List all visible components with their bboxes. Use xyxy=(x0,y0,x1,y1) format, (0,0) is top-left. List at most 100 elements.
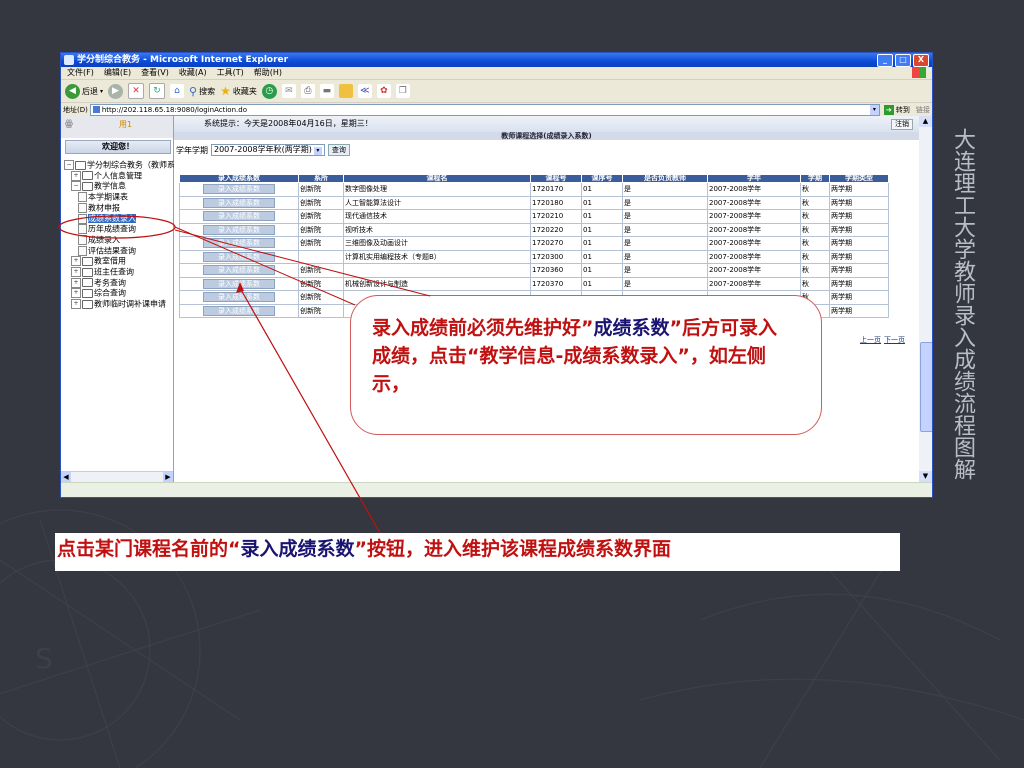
enter-coefficient-button[interactable]: 录入成绩系数 xyxy=(203,224,275,235)
expand-icon[interactable]: + xyxy=(71,170,81,181)
minimize-button[interactable]: _ xyxy=(877,54,893,67)
table-cell: 两学期 xyxy=(829,222,889,237)
menu-file[interactable]: 文件(F) xyxy=(67,67,94,79)
tree-item[interactable]: + 个人信息管理 xyxy=(64,170,183,182)
print-icon[interactable]: ⎙ xyxy=(300,84,315,98)
table-cell: 2007-2008学年 xyxy=(707,182,801,197)
table-cell: 两学期 xyxy=(829,209,889,224)
callout-part1: 录入成绩前必须先维护好” xyxy=(372,317,594,339)
scroll-down-icon[interactable]: ▼ xyxy=(919,471,932,482)
table-cell: 创新院 xyxy=(298,303,344,318)
history-icon[interactable]: ◷ xyxy=(261,83,277,99)
folder-icon[interactable] xyxy=(338,84,353,98)
expand-icon[interactable]: + xyxy=(71,267,81,278)
stop-icon[interactable]: ✕ xyxy=(128,83,145,99)
svg-text:S: S xyxy=(35,642,53,675)
enter-coefficient-button[interactable]: 录入成绩系数 xyxy=(203,238,275,249)
table-cell: 两学期 xyxy=(829,249,889,264)
table-cell: 01 xyxy=(581,249,623,264)
tree-item[interactable]: + 班主任查询 xyxy=(64,267,183,278)
enter-coefficient-button[interactable]: 录入成绩系数 xyxy=(203,278,275,289)
tree-item[interactable]: + 教室借用 xyxy=(64,256,183,267)
table-cell: 创新院 xyxy=(298,236,344,251)
tree-item[interactable]: 成绩录入 xyxy=(64,234,183,246)
collapse-icon[interactable]: − xyxy=(71,181,81,192)
enter-coefficient-button[interactable]: 录入成绩系数 xyxy=(203,265,275,276)
enter-coefficient-button[interactable]: 录入成绩系数 xyxy=(203,251,275,262)
prev-page-link[interactable]: 上一页 xyxy=(860,335,881,345)
page-icon xyxy=(78,192,87,203)
tools-icon[interactable]: ✿ xyxy=(376,84,391,98)
table-cell: 01 xyxy=(581,222,623,237)
slide-title: 大连理工大学教师录入成绩流程图解 xyxy=(950,128,975,480)
close-button[interactable]: X xyxy=(913,54,929,67)
caption-text: 点击某门课程名前的“录入成绩系数”按钮，进入维护该课程成绩系数界面 xyxy=(55,533,900,571)
tree-item[interactable]: 成绩系数录入 xyxy=(64,213,183,225)
address-bar: 地址(D) http://202.118.65.18:9080/loginAct… xyxy=(61,103,932,117)
expand-icon[interactable]: + xyxy=(71,299,81,310)
term-label: 学年学期 xyxy=(176,145,208,155)
address-input[interactable]: http://202.118.65.18:9080/loginAction.do… xyxy=(89,103,880,116)
tree-item[interactable]: + 综合查询 xyxy=(64,288,183,299)
table-cell: 是 xyxy=(622,276,708,291)
menu-favorites[interactable]: 收藏(A) xyxy=(179,67,207,79)
query-button[interactable]: 查询 xyxy=(327,144,350,156)
scroll-left-icon[interactable]: ◀ xyxy=(61,472,71,482)
research-icon[interactable]: ❐ xyxy=(395,84,410,98)
refresh-icon[interactable]: ↻ xyxy=(149,83,166,99)
sidebar-hscrollbar[interactable]: ◀ ▶ xyxy=(61,471,173,482)
menu-help[interactable]: 帮助(H) xyxy=(254,67,282,79)
scroll-right-icon[interactable]: ▶ xyxy=(163,472,173,482)
favorites-button[interactable]: ★ 收藏夹 xyxy=(220,84,257,98)
expand-icon[interactable]: + xyxy=(71,256,81,267)
table-cell: 1720270 xyxy=(530,236,582,251)
table-cell: 2007-2008学年 xyxy=(707,195,801,210)
enter-coefficient-button[interactable]: 录入成绩系数 xyxy=(203,211,275,222)
back-button[interactable]: ◀ 后退 ▾ xyxy=(65,83,103,99)
tree-item[interactable]: + 考务查询 xyxy=(64,277,183,289)
menu-tools[interactable]: 工具(T) xyxy=(217,67,244,79)
scroll-up-icon[interactable]: ▲ xyxy=(919,116,932,127)
enter-coefficient-button[interactable]: 录入成绩系数 xyxy=(203,184,275,195)
links-label[interactable]: 链接 xyxy=(916,105,930,115)
term-select[interactable]: 2007-2008学年秋(两学期) ▾ xyxy=(211,144,325,156)
table-cell: 01 xyxy=(581,263,623,278)
sidebar-logo-icon: ꙮ xyxy=(65,119,73,129)
search-button[interactable]: ⚲ 搜索 xyxy=(189,85,215,98)
expand-icon[interactable]: + xyxy=(71,277,81,288)
enter-coefficient-button[interactable]: 录入成绩系数 xyxy=(203,292,275,303)
sidebar: ꙮ 用1 欢迎您！ − 学分制综合教务（教师系统 + 个人信息管理 − 教学信息 本学期课表… xyxy=(61,116,183,482)
page-vscrollbar[interactable]: ▲ ▼ xyxy=(919,116,932,482)
tree-item[interactable]: 评估结果查询 xyxy=(64,245,183,257)
table-cell: 1720220 xyxy=(530,222,582,237)
menu-view[interactable]: 查看(V) xyxy=(141,67,169,79)
maximize-button[interactable]: □ xyxy=(895,54,911,67)
home-icon[interactable]: ⌂ xyxy=(170,84,185,98)
table-cell: 人工智能算法设计 xyxy=(343,195,531,210)
address-dropdown-icon[interactable]: ▾ xyxy=(869,104,879,115)
table-cell: 秋 xyxy=(800,195,830,210)
enter-coefficient-button[interactable]: 录入成绩系数 xyxy=(203,305,275,316)
table-cell: 录入成绩系数 xyxy=(179,290,299,305)
tree-item[interactable]: 教材申报 xyxy=(64,202,183,214)
next-page-link[interactable]: 下一页 xyxy=(884,335,905,345)
tree-item[interactable]: − 教学信息 xyxy=(64,181,183,192)
tree-item[interactable]: 本学期课表 xyxy=(64,192,183,203)
forward-button[interactable]: ▶ xyxy=(108,83,124,99)
windows-logo-icon xyxy=(912,67,926,78)
tree-item[interactable]: 历年成绩查询 xyxy=(64,224,183,235)
collapse-icon[interactable]: − xyxy=(64,160,74,170)
expand-icon[interactable]: + xyxy=(71,288,81,299)
favorites-label: 收藏夹 xyxy=(232,86,257,96)
menu-edit[interactable]: 编辑(E) xyxy=(104,67,131,79)
mail-icon[interactable]: ✉ xyxy=(281,84,296,98)
go-button[interactable]: ➔ 转到 xyxy=(883,104,910,115)
enter-coefficient-button[interactable]: 录入成绩系数 xyxy=(203,197,275,208)
edit-icon[interactable]: ▬ xyxy=(319,84,334,98)
scroll-thumb[interactable] xyxy=(920,342,932,432)
messenger-icon[interactable]: ≪ xyxy=(357,84,372,98)
tree-item[interactable]: − 学分制综合教务（教师系统 xyxy=(64,160,183,171)
tree-item[interactable]: + 教师临时调补课申请 xyxy=(64,299,183,310)
table-cell: 创新院 xyxy=(298,290,344,305)
logout-button[interactable]: 注销 xyxy=(891,119,913,130)
